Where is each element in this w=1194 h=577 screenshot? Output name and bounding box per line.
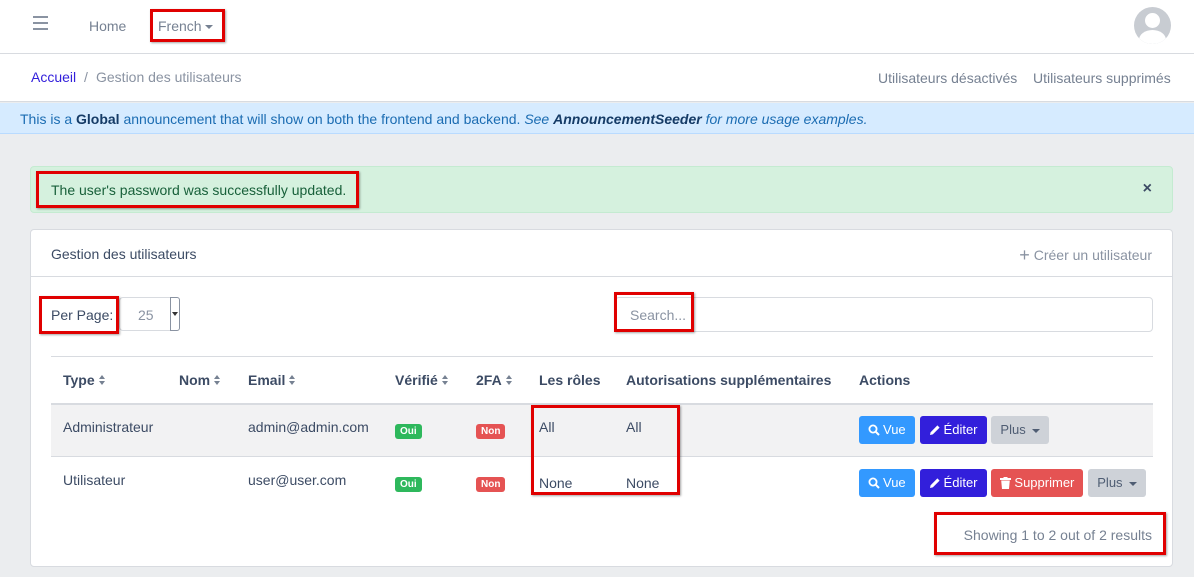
sort-icon	[214, 374, 221, 386]
language-label: French	[158, 18, 202, 34]
card-title: Gestion des utilisateurs	[51, 246, 197, 262]
table-header-row: Type Nom Email Vérifié 2FA Les rôles Aut…	[51, 356, 1153, 405]
deactivated-users-link[interactable]: Utilisateurs désactivés	[878, 70, 1017, 86]
caret-down-icon	[1128, 481, 1137, 486]
cell-actions: Vue Éditer Supprimer Plus	[847, 456, 1153, 510]
breadcrumb-current: Gestion des utilisateurs	[96, 69, 242, 85]
col-email[interactable]: Email	[236, 356, 383, 405]
search-icon	[868, 424, 880, 436]
cell-roles: All	[527, 403, 614, 457]
col-2fa[interactable]: 2FA	[464, 356, 527, 405]
per-page-label: Per Page:	[51, 307, 114, 323]
verified-badge: Oui	[395, 477, 422, 493]
cell-2fa: Non	[464, 403, 527, 457]
create-user-button[interactable]: + Créer un utilisateur	[1019, 245, 1152, 266]
subheader: Accueil / Gestion des utilisateurs Utili…	[0, 54, 1194, 102]
alert-message: The user's password was successfully upd…	[51, 182, 347, 198]
top-header: Home French	[0, 0, 1194, 54]
nav-home-link[interactable]: Home	[89, 18, 126, 34]
cell-type: Administrateur	[51, 403, 167, 457]
col-permissions: Autorisations supplémentaires	[614, 356, 847, 405]
col-actions: Actions	[847, 356, 1153, 405]
cell-name	[167, 403, 236, 457]
cell-actions: Vue Éditer Plus	[847, 403, 1153, 457]
verified-badge: Oui	[395, 424, 422, 440]
cell-permissions: None	[614, 456, 847, 510]
trash-icon	[1000, 477, 1012, 490]
per-page-value: 25	[138, 307, 154, 323]
deleted-users-link[interactable]: Utilisateurs supprimés	[1033, 70, 1171, 86]
caret-down-icon	[1031, 428, 1040, 433]
view-button[interactable]: Vue	[859, 416, 915, 445]
cell-roles: None	[527, 456, 614, 510]
per-page-select[interactable]: 25	[119, 297, 180, 331]
user-avatar[interactable]	[1134, 7, 1171, 44]
twofa-badge: Non	[476, 477, 506, 493]
more-dropdown-button[interactable]: Plus	[991, 416, 1049, 445]
cell-2fa: Non	[464, 456, 527, 510]
plus-icon: +	[1019, 245, 1030, 265]
users-table: Type Nom Email Vérifié 2FA Les rôles Aut…	[51, 356, 1153, 510]
edit-button[interactable]: Éditer	[919, 416, 987, 445]
cell-email: user@user.com	[236, 456, 383, 510]
success-alert: The user's password was successfully upd…	[30, 166, 1173, 213]
breadcrumb-home-link[interactable]: Accueil	[31, 69, 76, 85]
per-page-dropdown-icon[interactable]	[170, 297, 180, 331]
table-row: Administrateur admin@admin.com Oui Non A…	[51, 403, 1153, 457]
col-type[interactable]: Type	[51, 356, 167, 405]
users-card: Gestion des utilisateurs + Créer un utili…	[30, 229, 1173, 567]
cell-email: admin@admin.com	[236, 403, 383, 457]
pencil-icon	[929, 478, 940, 489]
hamburger-menu-icon[interactable]	[33, 16, 48, 30]
sort-icon	[505, 374, 513, 386]
language-dropdown[interactable]: French	[158, 18, 213, 34]
card-header: Gestion des utilisateurs + Créer un utili…	[31, 230, 1172, 277]
global-announcement: This is a Global announcement that will …	[0, 103, 1194, 134]
close-icon[interactable]: ×	[1143, 180, 1152, 198]
sort-icon	[441, 374, 449, 386]
cell-name	[167, 456, 236, 510]
cell-permissions: All	[614, 403, 847, 457]
table-row: Utilisateur user@user.com Oui Non None N…	[51, 456, 1153, 510]
breadcrumb-separator: /	[84, 69, 88, 85]
twofa-badge: Non	[476, 424, 506, 440]
more-dropdown-button[interactable]: Plus	[1088, 469, 1146, 498]
pencil-icon	[929, 425, 940, 436]
delete-button[interactable]: Supprimer	[991, 469, 1084, 498]
edit-button[interactable]: Éditer	[919, 469, 987, 498]
col-verified[interactable]: Vérifié	[383, 356, 464, 405]
caret-down-icon	[204, 25, 213, 30]
pagination-summary: Showing 1 to 2 out of 2 results	[963, 527, 1152, 543]
col-name[interactable]: Nom	[167, 356, 236, 405]
search-input[interactable]	[615, 297, 1153, 332]
sort-icon	[98, 374, 106, 386]
cell-type: Utilisateur	[51, 456, 167, 510]
cell-verified: Oui	[383, 403, 464, 457]
cell-verified: Oui	[383, 456, 464, 510]
sort-icon	[289, 374, 296, 386]
view-button[interactable]: Vue	[859, 469, 915, 498]
search-icon	[868, 477, 880, 489]
col-roles: Les rôles	[527, 356, 614, 405]
